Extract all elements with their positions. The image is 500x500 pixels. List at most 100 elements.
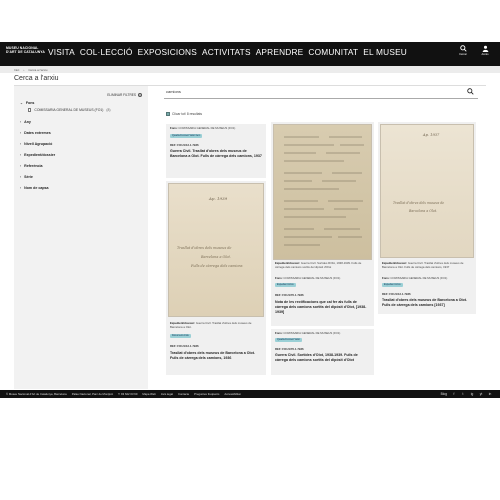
document-thumbnail[interactable]: Ap. 1939 Trasllat d'obres dels museus de…: [168, 183, 264, 317]
fons-checkbox[interactable]: [28, 108, 32, 112]
chevron-down-icon: ⌄: [20, 101, 23, 105]
nav-activitats[interactable]: ACTIVITATS: [202, 47, 251, 57]
card-fons: Fons: COMISSARIA GENERAL DE MUSEUS (FO1): [382, 276, 472, 281]
card-fons-label: Fons:: [275, 276, 283, 280]
filter-label: Any: [24, 120, 31, 124]
card-reference: REF: FO1/1/13-1-7936: [170, 143, 199, 147]
card-type-badge: Expedient Arxiu: [382, 283, 403, 287]
document-thumbnail[interactable]: Ap. 1937 Trasllat d'obres dels museus de…: [380, 124, 474, 258]
header-user-label: Accés: [481, 53, 489, 56]
card-type-badge: Quadre/Context Valor: [275, 338, 302, 342]
breadcrumb-home[interactable]: Inici: [14, 68, 19, 72]
header-user-button[interactable]: Accés: [478, 45, 492, 56]
card-title[interactable]: Trasllat d'obres dels museus de Barcelon…: [170, 351, 262, 361]
nav-aprendre[interactable]: APRENDRE: [256, 47, 304, 57]
card-fons-label: Fons:: [170, 126, 178, 130]
card-type-badge: Quadre/Context Valor Item: [170, 134, 203, 138]
search-input[interactable]: camions: [166, 89, 181, 94]
card-expedient: Expedient/dossier: Guerra Civil. Sortide…: [275, 261, 370, 269]
filter-label: Referència: [24, 164, 43, 168]
document-thumbnail[interactable]: [273, 124, 372, 260]
card-title[interactable]: Trasllat d'obres dels museus de Barcelon…: [382, 298, 472, 308]
page-title: Cerca a l'arxiu: [14, 75, 59, 82]
museum-logo[interactable]: MUSEU NACIONAL D'ART DE CATALUNYA: [6, 46, 45, 54]
card-title[interactable]: Guerra Civil. Sortides d'Olot, 1938-1939…: [275, 353, 370, 363]
card-fons-value: COMISSARIA GENERAL DE MUSEUS (FO1): [283, 276, 341, 280]
ledger-lines: [284, 136, 364, 246]
nav-colleccio[interactable]: COL·LECCIÓ: [80, 47, 133, 57]
footer-phone[interactable]: T. 93 622 03 60: [118, 392, 137, 396]
filter-label: Sèrie: [24, 175, 33, 179]
card-title[interactable]: Nota de les rectificacions que cal fer a…: [275, 300, 370, 315]
filter-serie[interactable]: › Sèrie: [20, 175, 33, 179]
fons-option-label: COMISSARIA GENERAL DE MUSEUS (FO1): [34, 108, 104, 112]
site-footer: © Museu Nacional d'Art de Catalunya, Bar…: [0, 390, 500, 398]
card-reference: REF: FO1/1/13-1-7936: [170, 344, 199, 348]
youtube-icon[interactable]: yt: [479, 392, 483, 396]
result-card[interactable]: Ap. 1939 Trasllat d'obres dels museus de…: [166, 181, 266, 375]
card-reference: REF: FO1/1/76-1-7936: [275, 293, 304, 297]
fons-option[interactable]: COMISSARIA GENERAL DE MUSEUS (FO1) (8): [28, 108, 111, 112]
fons-option-count: (8): [106, 108, 111, 112]
filter-fons[interactable]: ⌄ Fons: [20, 101, 34, 105]
card-fons-value: COMISSARIA GENERAL DE MUSEUS (FO1): [390, 276, 448, 280]
nav-exposicions[interactable]: EXPOSICIONS: [138, 47, 197, 57]
facebook-icon[interactable]: f: [452, 392, 456, 396]
footer-link-sitemap[interactable]: Mapa Web: [142, 392, 155, 396]
card-fons-label: Fons:: [382, 276, 390, 280]
card-fons-value: COMISSARIA GENERAL DE MUSEUS (FO1): [178, 126, 236, 130]
results-count-label: Clicar tot/ 8 resultats: [172, 112, 203, 116]
filter-label: Nivell Agrupació: [24, 142, 53, 146]
result-card[interactable]: Fons: COMISSARIA GENERAL DE MUSEUS (FO1)…: [271, 329, 374, 375]
nav-visita[interactable]: VISITA: [48, 47, 75, 57]
instagram-icon[interactable]: ig: [470, 392, 474, 396]
footer-link-legal[interactable]: Avís legal: [161, 392, 173, 396]
nav-comunitat[interactable]: COMUNITAT: [308, 47, 358, 57]
footer-link-faq[interactable]: Preguntes freqüents: [194, 392, 219, 396]
footer-link-contact[interactable]: Contacte: [178, 392, 189, 396]
chevron-right-icon: ›: [20, 175, 22, 179]
blog-link[interactable]: Blog: [441, 392, 447, 396]
filter-referencia[interactable]: › Referència: [20, 164, 43, 168]
select-all-checkbox[interactable]: [166, 112, 170, 116]
search-icon[interactable]: [467, 88, 474, 95]
doc-handwriting: Trasllat d'obres dels museus de: [177, 246, 232, 250]
filter-dates-extremes[interactable]: › Dates extremes: [20, 131, 51, 135]
clear-filters-button[interactable]: ELIMINAR FILTRES ×: [107, 93, 142, 97]
card-fons-label: Fons:: [275, 331, 283, 335]
card-fons-value: COMISSARIA GENERAL DE MUSEUS (FO1): [283, 331, 341, 335]
filter-nivell-agrupacio[interactable]: › Nivell Agrupació: [20, 142, 52, 146]
nav-el-museu[interactable]: EL MUSEU: [363, 47, 407, 57]
archive-search-field[interactable]: camions: [164, 85, 478, 99]
filter-any[interactable]: › Any: [20, 120, 31, 124]
filter-expedient-dossier[interactable]: › Expedient/dossier: [20, 153, 55, 157]
select-all-results[interactable]: Clicar tot/ 8 resultats: [166, 112, 202, 116]
breadcrumb-current: Cerca a l'arxiu: [28, 67, 48, 72]
card-type-badge: Document Arxiu: [170, 334, 191, 338]
filter-label: Dates extremes: [24, 131, 51, 135]
footer-links: © Museu Nacional d'Art de Catalunya, Bar…: [6, 392, 241, 396]
footer-copyright: © Museu Nacional d'Art de Catalunya, Bar…: [6, 392, 67, 396]
card-type-badge: Expedient Arxiu: [275, 283, 296, 287]
breadcrumb: Inici › Cerca a l'arxiu: [14, 68, 47, 72]
twitter-icon[interactable]: t: [461, 392, 465, 396]
card-reference: REF: FO1/1/13-1-7936: [382, 292, 411, 296]
chevron-right-icon: ›: [20, 164, 22, 168]
logo-line-2: D'ART DE CATALUNYA: [6, 50, 45, 54]
result-card[interactable]: Fons: COMISSARIA GENERAL DE MUSEUS (FO1)…: [166, 124, 266, 178]
filter-nom-de-capsa[interactable]: › Nom de capsa: [20, 186, 49, 190]
card-expedient: Expedient/dossier: Guerra Civil. Traslla…: [170, 321, 262, 329]
header-search-button[interactable]: Cercar: [456, 45, 470, 56]
breadcrumb-bar: Inici › Cerca a l'arxiu: [0, 66, 500, 73]
linkedin-icon[interactable]: in: [488, 392, 492, 396]
chevron-right-icon: ›: [20, 153, 22, 157]
doc-handwriting: Ap. 1937: [423, 133, 440, 137]
header-actions: Cercar Accés: [456, 45, 492, 56]
page: MUSEU NACIONAL D'ART DE CATALUNYA VISITA…: [0, 0, 500, 500]
footer-link-accessibility[interactable]: Accessibilitat: [224, 392, 240, 396]
clear-filters-label: ELIMINAR FILTRES: [107, 93, 136, 97]
card-title[interactable]: Guerra Civil. Trasllat d'obres dels muse…: [170, 149, 262, 159]
footer-social: Blog f t ig yt in: [441, 392, 492, 396]
result-card[interactable]: Expedient/dossier: Guerra Civil. Sortide…: [271, 122, 374, 326]
result-card[interactable]: Ap. 1937 Trasllat d'obres dels museus de…: [378, 122, 476, 314]
